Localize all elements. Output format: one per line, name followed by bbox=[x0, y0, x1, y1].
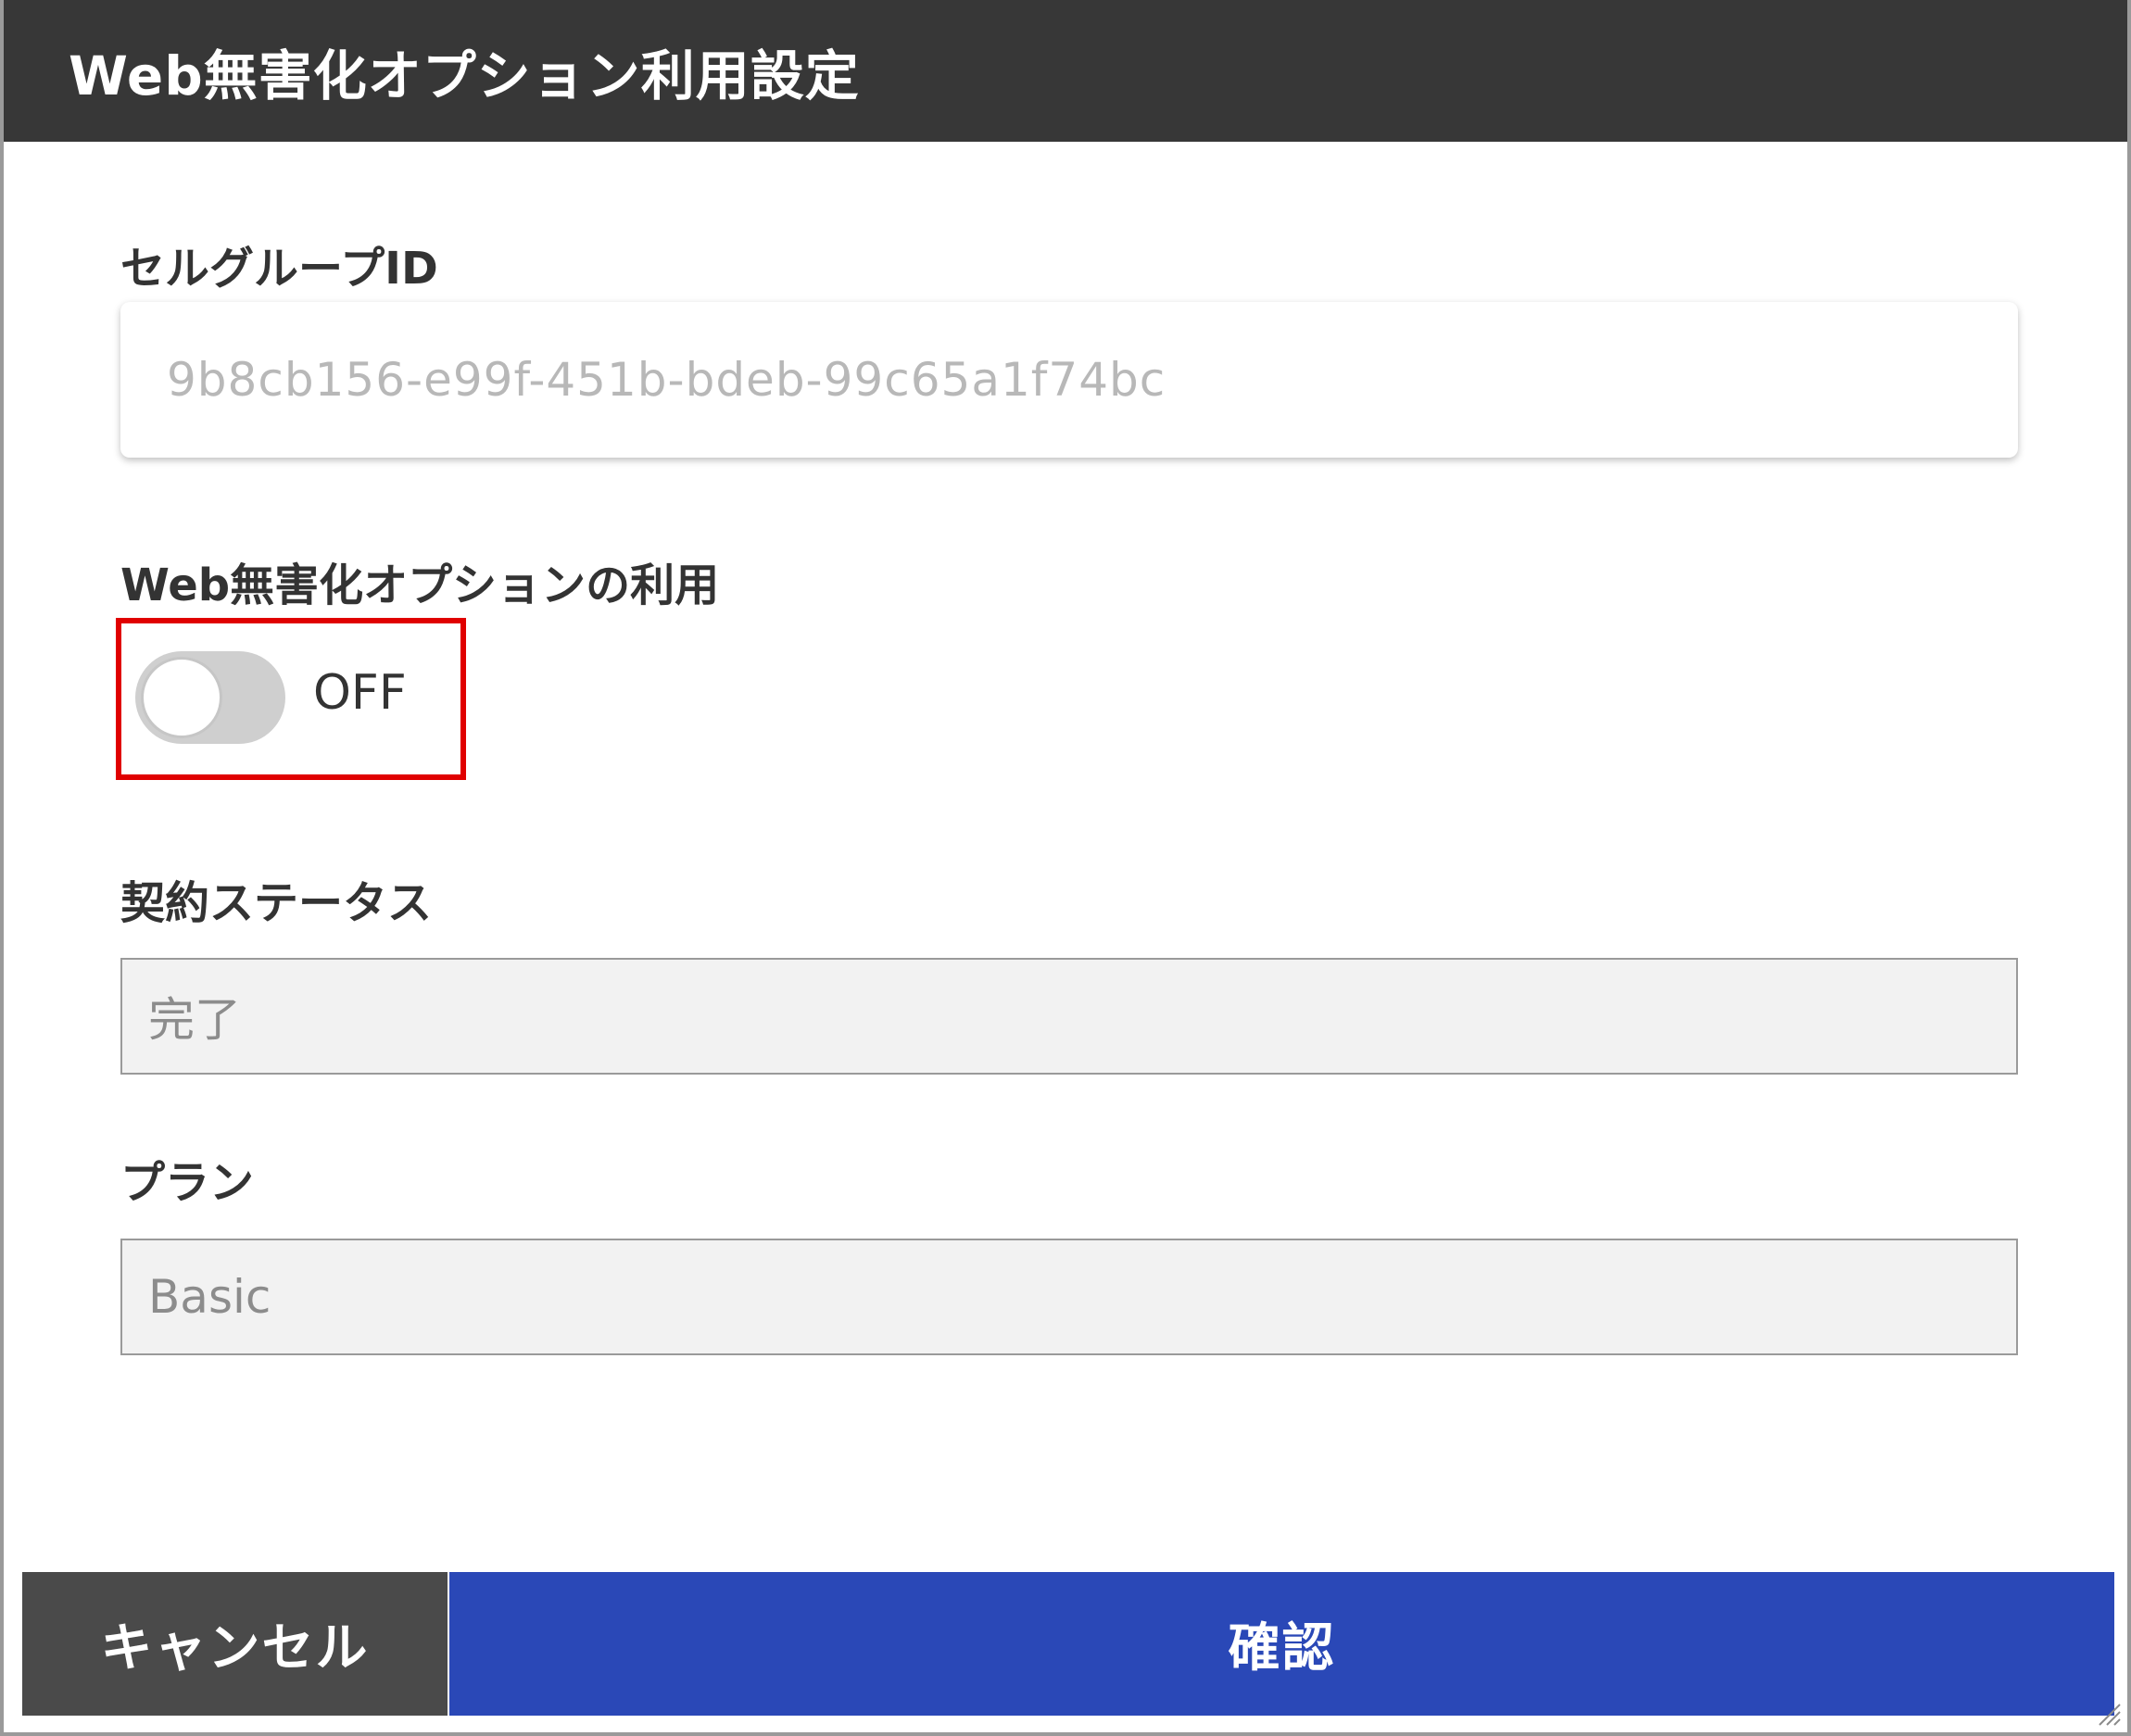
cell-group-id-field: 9b8cb156-e99f-451b-bdeb-99c65a1f74bc bbox=[120, 302, 2018, 458]
resize-grip-icon[interactable] bbox=[2094, 1699, 2122, 1727]
contract-status-field: 完了 bbox=[120, 958, 2018, 1075]
toggle-knob bbox=[141, 657, 222, 738]
web-option-toggle[interactable] bbox=[135, 651, 285, 744]
cancel-button[interactable]: キャンセル bbox=[22, 1572, 448, 1716]
web-option-label: Web無害化オプションの利用 bbox=[120, 560, 720, 611]
option-settings-dialog: Web無害化オプション利用設定 セルグループID 9b8cb156-e99f-4… bbox=[0, 0, 2131, 1736]
confirm-button[interactable]: 確認 bbox=[449, 1572, 2114, 1716]
cell-group-id-label: セルグループID bbox=[120, 243, 438, 295]
dialog-title: Web無害化オプション利用設定 bbox=[69, 44, 860, 107]
plan-field: Basic bbox=[120, 1239, 2018, 1355]
cell-group-id-value: 9b8cb156-e99f-451b-bdeb-99c65a1f74bc bbox=[167, 353, 1166, 407]
plan-label: プラン bbox=[120, 1157, 255, 1209]
contract-status-value: 完了 bbox=[148, 993, 241, 1047]
plan-value: Basic bbox=[148, 1270, 271, 1324]
contract-status-label: 契約ステータス bbox=[120, 877, 433, 929]
toggle-state-text: OFF bbox=[313, 665, 407, 721]
dialog-title-bar: Web無害化オプション利用設定 bbox=[4, 0, 2127, 142]
